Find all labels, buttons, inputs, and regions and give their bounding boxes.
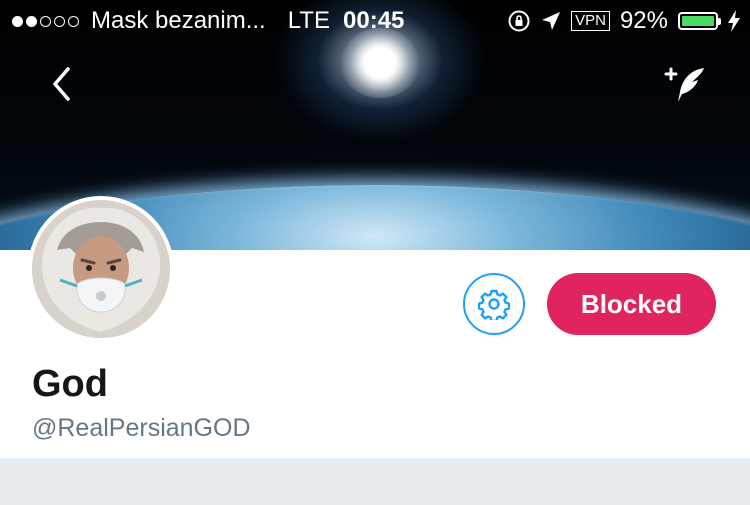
settings-button[interactable] — [463, 273, 525, 335]
carrier-name: Mask bezanim... — [91, 7, 266, 34]
orientation-lock-icon — [508, 10, 530, 32]
compose-feather-icon — [664, 67, 704, 102]
charging-bolt-icon — [728, 10, 740, 32]
avatar-face-image — [32, 200, 170, 338]
avatar[interactable] — [28, 196, 174, 342]
profile-handle: @RealPersianGOD — [32, 414, 251, 442]
vpn-badge: VPN — [571, 11, 610, 31]
battery-percent: 92% — [619, 7, 668, 34]
compose-tweet-button[interactable] — [660, 62, 710, 108]
chevron-left-icon — [53, 67, 70, 101]
back-button[interactable] — [48, 66, 78, 102]
location-arrow-icon — [542, 12, 561, 30]
battery-icon — [678, 12, 721, 30]
network-type: LTE — [287, 7, 330, 34]
signal-strength-icon — [12, 15, 79, 27]
status-bar: Mask bezanim... LTE 00:45 VPN 92% — [0, 0, 750, 40]
blocked-button[interactable]: Blocked — [547, 273, 716, 335]
profile-display-name: God — [32, 363, 108, 405]
status-time: 00:45 — [343, 7, 405, 34]
gear-icon — [478, 289, 510, 320]
